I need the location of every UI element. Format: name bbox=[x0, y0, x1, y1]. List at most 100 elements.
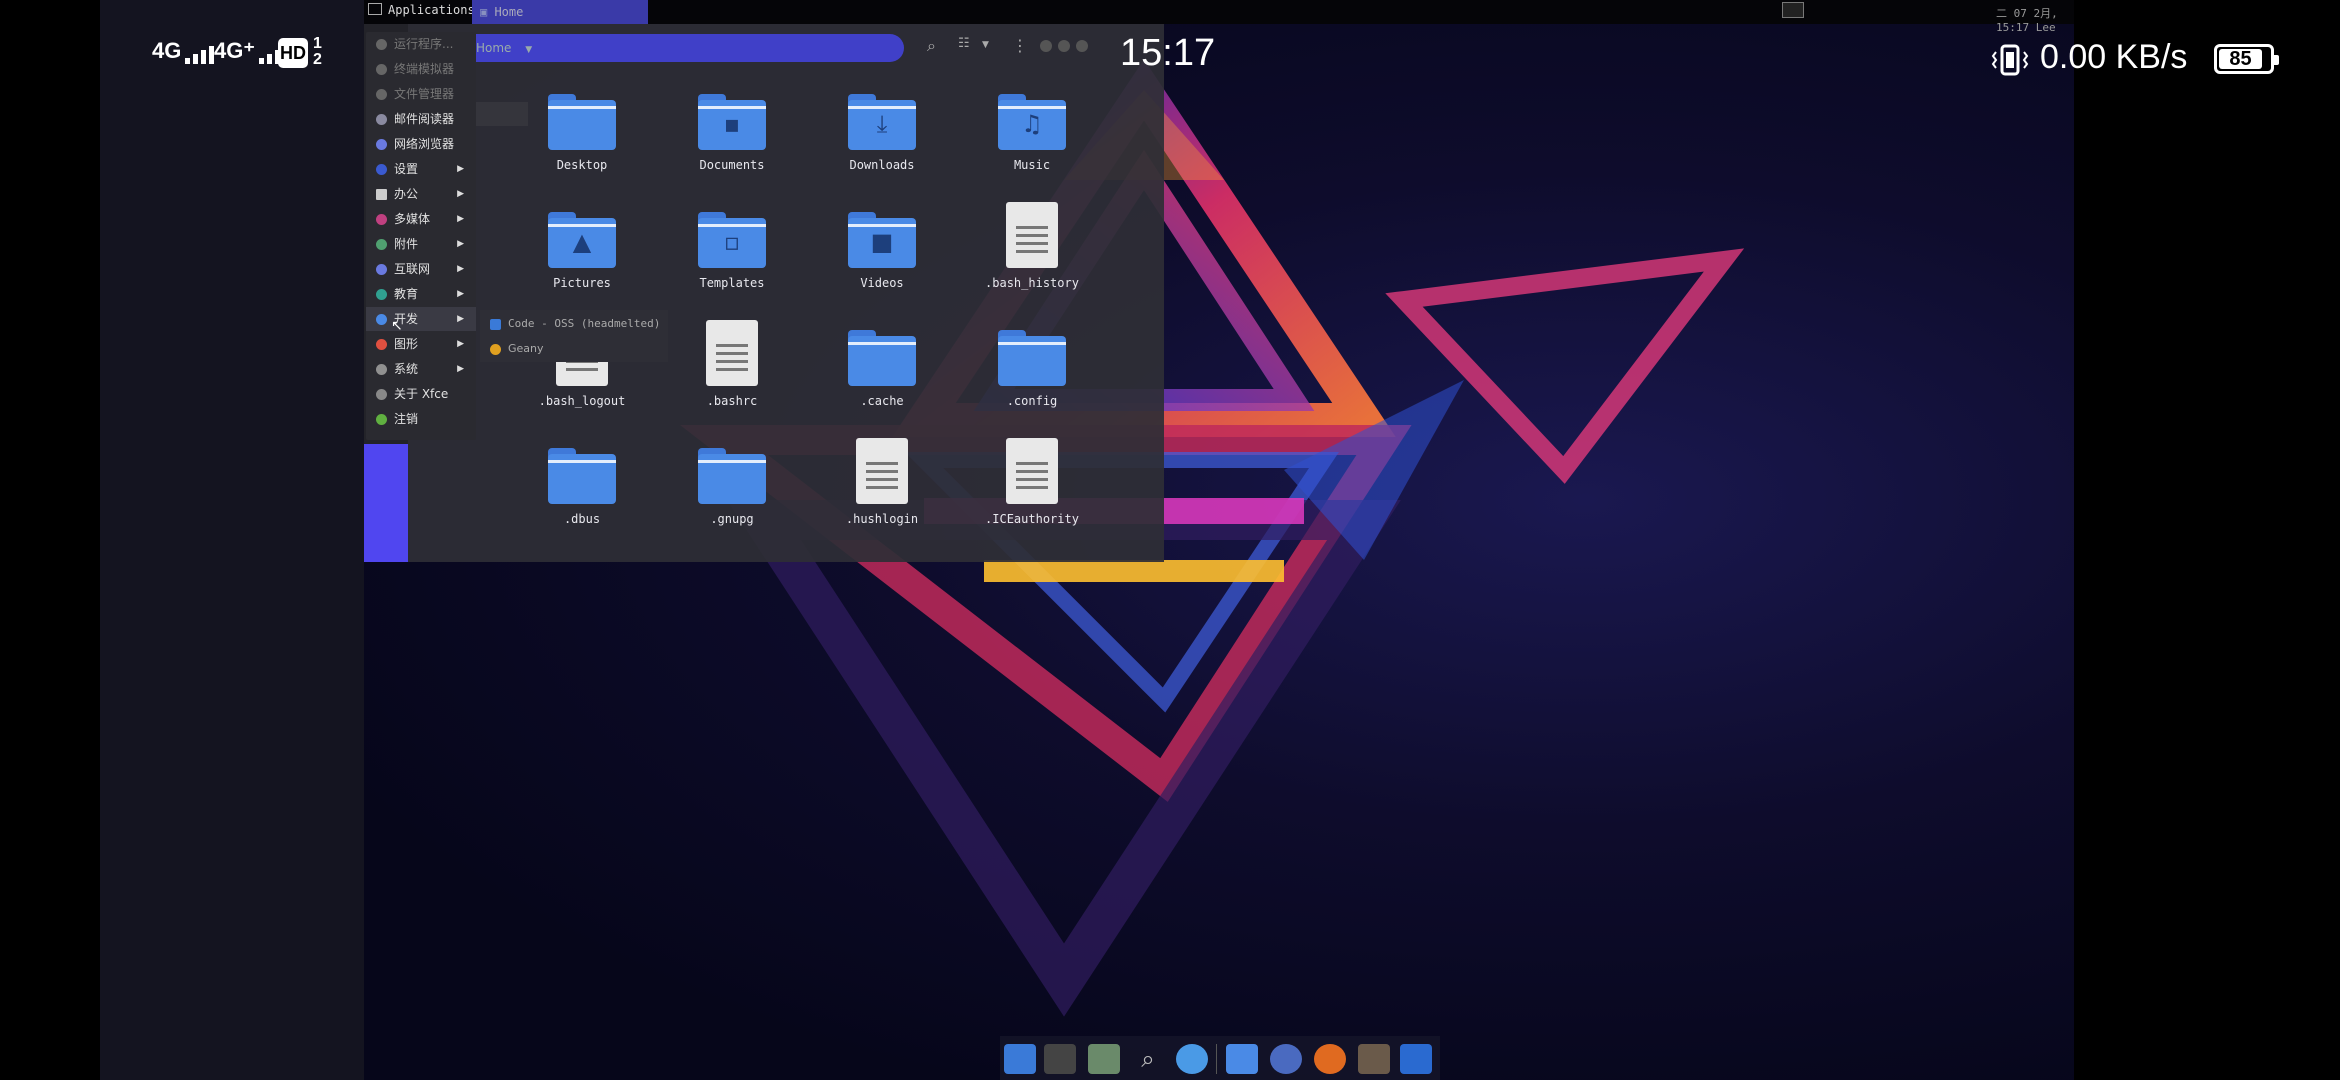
menu-item-label: 邮件阅读器 bbox=[394, 112, 455, 126]
about-icon bbox=[376, 389, 387, 400]
terminal-icon bbox=[376, 64, 387, 75]
file-item[interactable]: .dbus bbox=[512, 448, 652, 526]
taskbar-item-home[interactable]: ▣ Home bbox=[472, 0, 648, 24]
file-name: Documents bbox=[699, 158, 765, 172]
text-file-icon bbox=[856, 438, 908, 504]
show-desktop-icon[interactable] bbox=[1004, 1044, 1036, 1074]
downloads-folder-icon: ⤓ bbox=[848, 94, 916, 150]
applications-menu-button[interactable]: Applications bbox=[368, 3, 475, 17]
folder-icon bbox=[998, 330, 1066, 386]
chevron-down-icon[interactable]: ▼ bbox=[525, 45, 532, 55]
terminal-icon[interactable] bbox=[1044, 1044, 1076, 1074]
path-bar[interactable]: ⌂ Home ▼ bbox=[446, 34, 904, 62]
view-mode-icon[interactable]: ☷ bbox=[958, 36, 970, 51]
file-item[interactable]: Desktop bbox=[512, 94, 652, 172]
menu-item-mail-reader[interactable]: 邮件阅读器 bbox=[366, 107, 476, 131]
workspace-switcher[interactable] bbox=[1782, 2, 1804, 18]
file-item[interactable]: .gnupg bbox=[662, 448, 802, 526]
menu-item-system[interactable]: 系统 ▶ bbox=[366, 357, 476, 381]
menu-item-label: 文件管理器 bbox=[394, 87, 455, 101]
menu-icon[interactable]: ⋮ bbox=[1012, 36, 1028, 55]
view-options-chevron-icon[interactable]: ▼ bbox=[982, 40, 989, 50]
file-name: Desktop bbox=[556, 158, 608, 172]
gimp-icon[interactable] bbox=[1358, 1044, 1390, 1074]
file-manager-icon[interactable] bbox=[1088, 1044, 1120, 1074]
file-item[interactable]: ■ Videos bbox=[812, 212, 952, 290]
menu-item-graphics[interactable]: 图形 ▶ bbox=[366, 332, 476, 356]
file-item[interactable]: .config bbox=[962, 330, 1102, 408]
menu-item-file-manager[interactable]: 文件管理器 bbox=[366, 82, 476, 106]
menu-item-internet[interactable]: 互联网 ▶ bbox=[366, 257, 476, 281]
education-icon bbox=[376, 289, 387, 300]
file-item[interactable]: .bash_history bbox=[962, 202, 1102, 290]
file-item[interactable]: ▲ Pictures bbox=[512, 212, 652, 290]
audacious-icon[interactable] bbox=[1270, 1044, 1302, 1074]
code-oss-icon[interactable] bbox=[1400, 1044, 1432, 1074]
folder-icon bbox=[548, 448, 616, 504]
menu-item-label: 关于 Xfce bbox=[394, 387, 449, 401]
mail-icon bbox=[376, 114, 387, 125]
submenu-arrow-icon: ▶ bbox=[457, 339, 464, 349]
menu-item-label: Geany bbox=[508, 342, 544, 355]
office-icon bbox=[376, 189, 387, 200]
menu-item-office[interactable]: 办公 ▶ bbox=[366, 182, 476, 206]
folder-icon[interactable] bbox=[1226, 1044, 1258, 1074]
templates-folder-icon: ▫ bbox=[698, 212, 766, 268]
bottom-dock: ⌕ bbox=[1000, 1036, 1440, 1080]
submenu-item-code-oss[interactable]: Code - OSS (headmelted) bbox=[480, 312, 668, 336]
menu-item-label: 互联网 bbox=[394, 262, 431, 276]
file-name: .config bbox=[1006, 394, 1058, 408]
menu-item-label: 终端模拟器 bbox=[394, 62, 455, 76]
submenu-arrow-icon: ▶ bbox=[457, 289, 464, 299]
file-name: Pictures bbox=[553, 276, 611, 290]
search-icon[interactable]: ⌕ bbox=[1132, 1044, 1164, 1074]
browser-icon bbox=[376, 139, 387, 150]
battery-level: 85 bbox=[2219, 49, 2262, 69]
menu-item-education[interactable]: 教育 ▶ bbox=[366, 282, 476, 306]
file-item[interactable]: ⤓ Downloads bbox=[812, 94, 952, 172]
maximize-button[interactable] bbox=[1058, 40, 1070, 52]
file-name: Music bbox=[1013, 158, 1051, 172]
geany-icon bbox=[490, 344, 501, 355]
firefox-icon[interactable] bbox=[1314, 1044, 1346, 1074]
menu-item-terminal[interactable]: 终端模拟器 bbox=[366, 57, 476, 81]
accessories-icon bbox=[376, 239, 387, 250]
settings-icon bbox=[376, 164, 387, 175]
menu-item-run-program[interactable]: 运行程序... bbox=[366, 32, 476, 56]
menu-item-logout[interactable]: 注销 bbox=[366, 407, 476, 431]
text-file-icon bbox=[1006, 438, 1058, 504]
chromium-icon[interactable] bbox=[1176, 1044, 1208, 1074]
development-submenu: Code - OSS (headmelted) Geany bbox=[480, 310, 668, 362]
path-label: Home bbox=[476, 41, 512, 55]
applications-icon bbox=[368, 3, 382, 15]
dock-separator bbox=[1216, 1044, 1217, 1074]
file-item[interactable]: .bashrc bbox=[662, 320, 802, 408]
menu-item-label: 附件 bbox=[394, 237, 419, 251]
close-button[interactable] bbox=[1076, 40, 1088, 52]
file-item[interactable]: ▪ Documents bbox=[662, 94, 802, 172]
run-icon bbox=[376, 39, 387, 50]
internet-icon bbox=[376, 264, 387, 275]
battery-icon: 85 bbox=[2214, 44, 2279, 74]
file-item[interactable]: ♫ Music bbox=[962, 94, 1102, 172]
file-item[interactable]: ▫ Templates bbox=[662, 212, 802, 290]
menu-item-settings[interactable]: 设置 ▶ bbox=[366, 157, 476, 181]
folder-icon bbox=[848, 330, 916, 386]
menu-item-accessories[interactable]: 附件 ▶ bbox=[366, 232, 476, 256]
system-icon bbox=[376, 364, 387, 375]
panel-clock[interactable]: 二 07 2月, 15:17 Lee bbox=[1996, 5, 2074, 34]
xfce-top-panel: Applications ▣ Home 二 07 2月, 15:17 Lee bbox=[364, 0, 2074, 34]
submenu-arrow-icon: ▶ bbox=[457, 189, 464, 199]
menu-item-about-xfce[interactable]: 关于 Xfce bbox=[366, 382, 476, 406]
minimize-button[interactable] bbox=[1040, 40, 1052, 52]
file-item[interactable]: .hushlogin bbox=[812, 438, 952, 526]
taskbar-item-label: Home bbox=[494, 5, 524, 19]
menu-item-multimedia[interactable]: 多媒体 ▶ bbox=[366, 207, 476, 231]
file-item[interactable]: .cache bbox=[812, 330, 952, 408]
menu-item-web-browser[interactable]: 网络浏览器 bbox=[366, 132, 476, 156]
search-icon[interactable]: ⌕ bbox=[927, 36, 936, 56]
menu-item-development[interactable]: 开发 ▶ bbox=[366, 307, 476, 331]
menu-item-label: 网络浏览器 bbox=[394, 137, 455, 151]
file-item[interactable]: .ICEauthority bbox=[962, 438, 1102, 526]
submenu-item-geany[interactable]: Geany bbox=[480, 337, 668, 361]
